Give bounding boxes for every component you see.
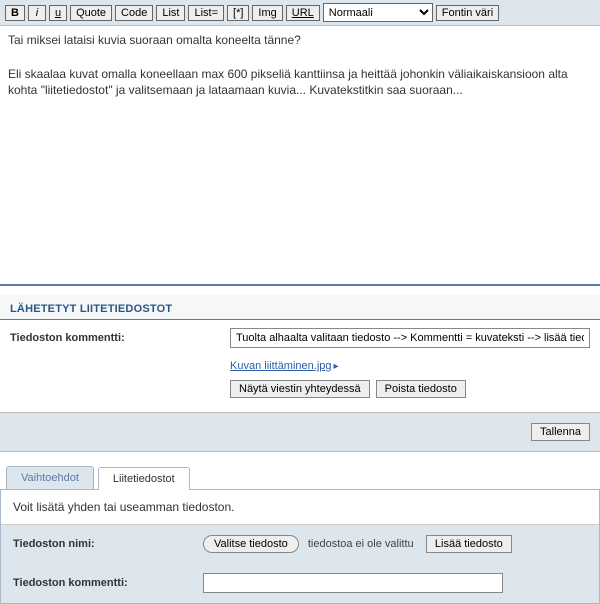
- underline-button[interactable]: u: [49, 5, 67, 21]
- attachments-panel: Voit lisätä yhden tai useamman tiedoston…: [0, 489, 600, 604]
- choose-file-button[interactable]: Valitse tiedosto: [203, 535, 299, 553]
- panel-description: Voit lisätä yhden tai useamman tiedoston…: [1, 490, 599, 525]
- show-inline-button[interactable]: Näytä viestin yhteydessä: [230, 380, 370, 398]
- file-status: tiedostoa ei ole valittu: [308, 538, 414, 550]
- panel-comment-input[interactable]: [203, 573, 503, 593]
- attachments-header: LÄHETETYT LIITETIEDOSTOT: [0, 295, 600, 320]
- tabs: Vaihtoehdot Liitetiedostot: [0, 466, 600, 489]
- panel-comment-label: Tiedoston kommentti:: [13, 577, 203, 589]
- font-color-button[interactable]: Fontin väri: [436, 5, 499, 21]
- editor-toolbar: B i u Quote Code List List= [*] Img URL …: [0, 0, 600, 26]
- img-button[interactable]: Img: [252, 5, 282, 21]
- attachment-actions: Näytä viestin yhteydessä Poista tiedosto: [0, 376, 600, 408]
- bold-button[interactable]: B: [5, 5, 25, 21]
- panel-comment-row: Tiedoston kommentti:: [1, 563, 599, 603]
- url-button[interactable]: URL: [286, 5, 320, 21]
- bullet-button[interactable]: [*]: [227, 5, 249, 21]
- file-comment-row: Tiedoston kommentti:: [0, 320, 600, 356]
- message-editor[interactable]: [0, 26, 600, 286]
- remove-file-button[interactable]: Poista tiedosto: [376, 380, 466, 398]
- quote-button[interactable]: Quote: [70, 5, 112, 21]
- filename-label: Tiedoston nimi:: [13, 538, 203, 550]
- code-button[interactable]: Code: [115, 5, 153, 21]
- chevron-right-icon: ▸: [334, 361, 339, 372]
- attached-file-link[interactable]: Kuvan liittäminen.jpg: [230, 360, 332, 372]
- add-file-button[interactable]: Lisää tiedosto: [426, 535, 512, 553]
- list-eq-button[interactable]: List=: [188, 5, 224, 21]
- list-button[interactable]: List: [156, 5, 185, 21]
- font-size-select[interactable]: Normaali: [323, 3, 433, 22]
- filename-row: Tiedoston nimi: Valitse tiedosto tiedost…: [1, 525, 599, 563]
- save-bar: Tallenna: [0, 412, 600, 452]
- save-button[interactable]: Tallenna: [531, 423, 590, 441]
- tab-attachments[interactable]: Liitetiedostot: [98, 467, 190, 490]
- file-comment-label: Tiedoston kommentti:: [10, 332, 230, 344]
- italic-button[interactable]: i: [28, 5, 46, 21]
- file-comment-input[interactable]: [230, 328, 590, 348]
- attached-file-row: Kuvan liittäminen.jpg▸: [0, 356, 600, 376]
- tab-options[interactable]: Vaihtoehdot: [6, 466, 94, 489]
